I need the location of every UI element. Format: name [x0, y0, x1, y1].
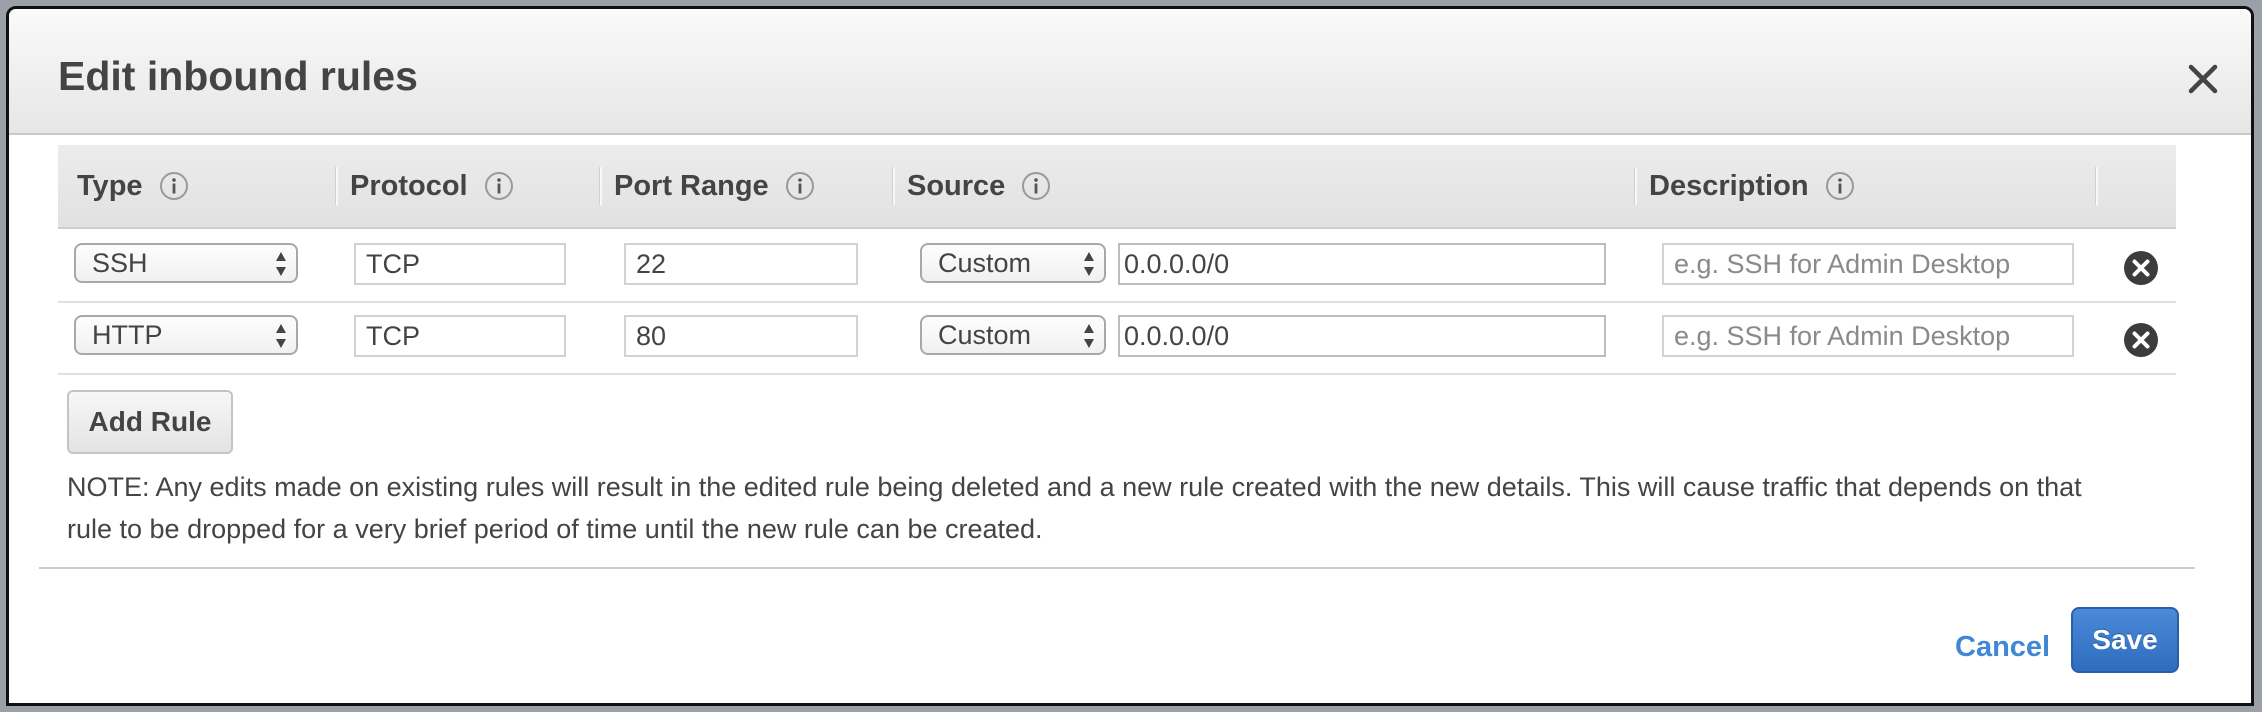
cancel-button[interactable]: Cancel: [1955, 631, 2050, 664]
column-header-port-range: Port Range: [614, 145, 815, 227]
source-type-select[interactable]: Custom: [920, 315, 1106, 355]
remove-circle-icon: [2124, 251, 2158, 285]
select-arrows-icon: [1084, 252, 1094, 276]
source-cidr-field[interactable]: 0.0.0.0/0: [1118, 315, 1606, 357]
column-label: Description: [1649, 169, 1809, 202]
port-range-field[interactable]: 22: [624, 243, 858, 285]
source-cidr-value: 0.0.0.0/0: [1124, 249, 1230, 279]
close-button[interactable]: [2185, 61, 2221, 97]
dialog-title: Edit inbound rules: [58, 53, 418, 99]
description-placeholder: e.g. SSH for Admin Desktop: [1674, 321, 2011, 351]
rules-table-header: Type Protocol Port Range Source Descript…: [58, 145, 2176, 229]
source-cidr-value: 0.0.0.0/0: [1124, 321, 1230, 351]
port-range-field[interactable]: 80: [624, 315, 858, 357]
save-button[interactable]: Save: [2071, 607, 2179, 673]
column-label: Port Range: [614, 169, 769, 202]
column-header-source: Source: [907, 145, 1051, 227]
description-placeholder: e.g. SSH for Admin Desktop: [1674, 249, 2011, 279]
protocol-value: TCP: [366, 249, 420, 279]
column-divider: [892, 167, 895, 205]
type-select[interactable]: SSH: [74, 243, 298, 283]
column-header-protocol: Protocol: [350, 145, 514, 227]
column-label: Source: [907, 169, 1006, 202]
remove-rule-button[interactable]: [2124, 323, 2158, 357]
port-range-value: 80: [636, 321, 667, 351]
source-type-value: Custom: [938, 248, 1032, 278]
dialog-header: Edit inbound rules: [9, 9, 2251, 135]
edit-warning-note: NOTE: Any edits made on existing rules w…: [67, 472, 2082, 544]
info-icon[interactable]: [159, 171, 189, 201]
protocol-field[interactable]: TCP: [354, 243, 566, 285]
footer-divider: [39, 567, 2195, 569]
column-divider: [599, 167, 602, 205]
column-divider: [1634, 167, 1637, 205]
port-range-value: 22: [636, 249, 667, 279]
info-icon[interactable]: [1021, 171, 1051, 201]
remove-circle-icon: [2124, 323, 2158, 357]
info-icon[interactable]: [484, 171, 514, 201]
type-select-value: HTTP: [92, 320, 163, 350]
column-label: Type: [77, 169, 143, 202]
info-icon[interactable]: [1825, 171, 1855, 201]
table-row: HTTP TCP 80 Custom 0.0.0.0/0 e.g. SSH fo…: [58, 301, 2176, 375]
select-arrows-icon: [1084, 324, 1094, 348]
column-divider: [2095, 167, 2098, 205]
table-row: SSH TCP 22 Custom 0.0.0.0/0 e.g. SSH for…: [58, 229, 2176, 303]
column-header-type: Type: [77, 145, 189, 227]
column-divider: [335, 167, 338, 205]
select-arrows-icon: [276, 252, 286, 276]
description-field[interactable]: e.g. SSH for Admin Desktop: [1662, 315, 2074, 357]
source-type-select[interactable]: Custom: [920, 243, 1106, 283]
close-icon: [2188, 64, 2218, 94]
remove-rule-button[interactable]: [2124, 251, 2158, 285]
column-header-description: Description: [1649, 145, 1855, 227]
description-field[interactable]: e.g. SSH for Admin Desktop: [1662, 243, 2074, 285]
column-label: Protocol: [350, 169, 468, 202]
protocol-value: TCP: [366, 321, 420, 351]
protocol-field[interactable]: TCP: [354, 315, 566, 357]
edit-inbound-rules-dialog: Edit inbound rules Type Protocol Port Ra…: [6, 6, 2254, 706]
info-icon[interactable]: [785, 171, 815, 201]
source-type-value: Custom: [938, 320, 1032, 350]
type-select[interactable]: HTTP: [74, 315, 298, 355]
select-arrows-icon: [276, 324, 286, 348]
source-cidr-field[interactable]: 0.0.0.0/0: [1118, 243, 1606, 285]
type-select-value: SSH: [92, 248, 148, 278]
add-rule-button[interactable]: Add Rule: [67, 390, 233, 454]
